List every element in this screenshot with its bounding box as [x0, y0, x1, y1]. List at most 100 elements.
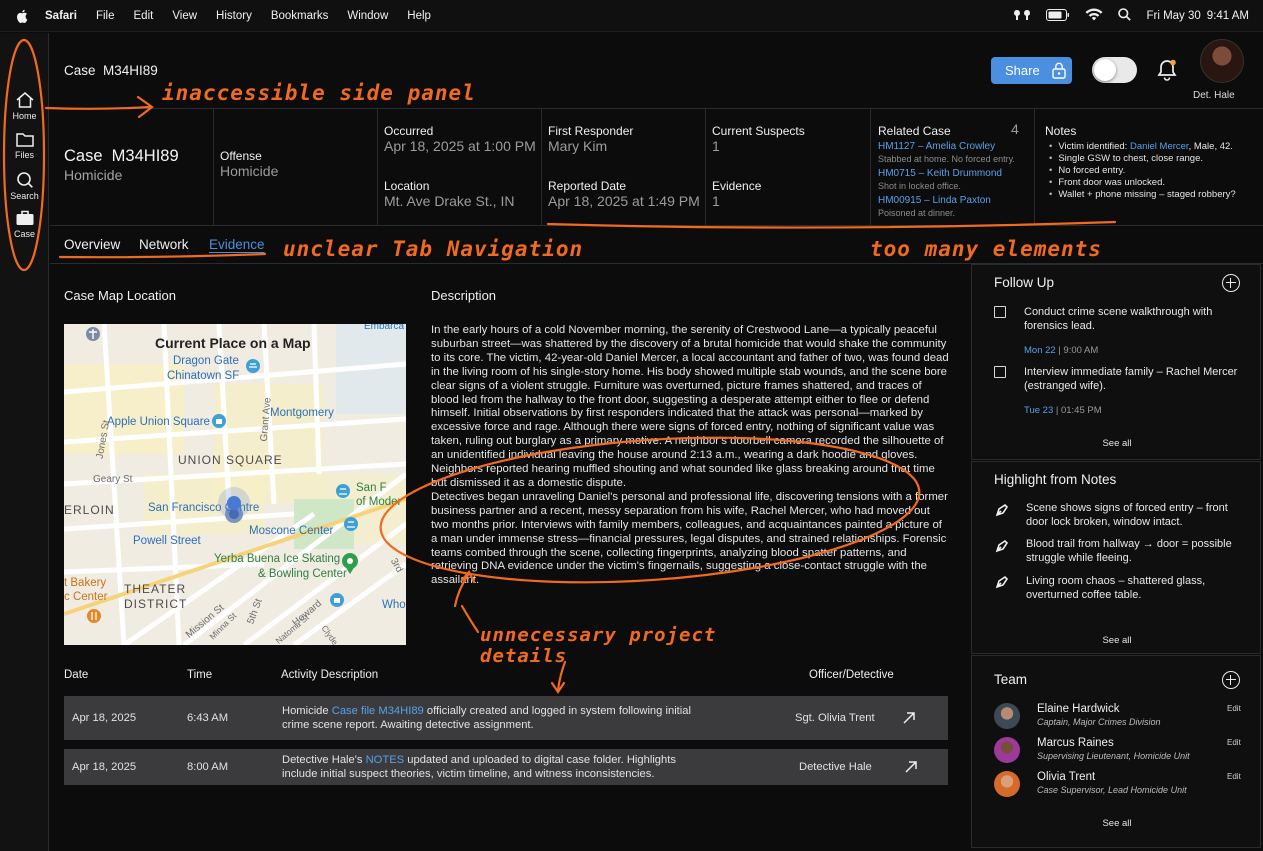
occurred-label: Occurred: [384, 124, 434, 138]
notes-item: Front door was unlocked.: [1049, 177, 1259, 189]
team-title: Team: [994, 672, 1028, 687]
responder-cell: First Responder Mary Kim Reported Date A…: [542, 109, 706, 226]
clock-date[interactable]: Fri May 30: [1146, 10, 1200, 22]
briefcase-icon: [16, 210, 33, 225]
menu-history[interactable]: History: [216, 10, 252, 22]
row-description: Homicide Case file M34HI89 officially cr…: [282, 705, 712, 732]
spotlight-search-icon[interactable]: [1118, 8, 1132, 24]
map-pins: [86, 327, 358, 623]
case-map[interactable]: Current Place on a Map Dragon Gate China…: [64, 324, 406, 645]
first-responder-label: First Responder: [548, 124, 634, 138]
menu-app-name[interactable]: Safari: [45, 10, 77, 22]
add-member-plus-icon[interactable]: [1222, 671, 1240, 689]
col-header-officer: Officer/Detective: [809, 669, 894, 681]
row-description: Detective Hale's NOTES updated and uploa…: [282, 754, 682, 781]
row-time: 8:00 AM: [187, 761, 229, 773]
case-file-link[interactable]: Case file M34HI89: [332, 705, 424, 717]
avatar[interactable]: [994, 737, 1020, 763]
see-all-link[interactable]: See all: [972, 438, 1262, 449]
victim-link[interactable]: Daniel Mercer: [1130, 141, 1189, 152]
avatar[interactable]: [994, 703, 1020, 729]
menu-view[interactable]: View: [172, 10, 197, 22]
offense-cell: Offense Homicide: [214, 109, 378, 226]
pen-nib-icon: [995, 539, 1009, 553]
rail-case[interactable]: Case: [0, 209, 49, 239]
annotation-side-panel: inaccessible side panel: [162, 81, 476, 105]
notes-label: Notes: [1045, 124, 1077, 138]
highlights-panel: Highlight from Notes Scene shows signs o…: [971, 461, 1261, 654]
notes-item: Wallet + phone missing – staged robbery?: [1049, 189, 1259, 201]
team-panel: Team Elaine Hardwick Captain, Major Crim…: [971, 655, 1261, 848]
case-id-cell: Case M34HI89 Homicide: [50, 109, 214, 226]
add-follow-up-plus-icon[interactable]: [1222, 274, 1240, 292]
notes-link[interactable]: NOTES: [366, 754, 405, 766]
theme-toggle[interactable]: [1092, 57, 1137, 83]
related-case-desc: Stabbed at home. No forced entry.: [878, 154, 1015, 164]
evidence-label: Evidence: [712, 179, 762, 193]
edit-member-link[interactable]: Edit: [1227, 772, 1241, 781]
notes-item: Single GSW to chest, close range.: [1049, 153, 1259, 165]
edit-member-link[interactable]: Edit: [1227, 704, 1241, 713]
related-case-link[interactable]: HM0715 – Keith Drummond: [878, 168, 1002, 179]
highlight-item: Scene shows signs of forced entry – fron…: [1026, 502, 1228, 528]
annotation-details: unnecessary project: [480, 624, 717, 646]
follow-up-panel: Follow Up Conduct crime scene walkthroug…: [971, 264, 1261, 460]
table-row[interactable]: Apr 18, 2025 8:00 AM Detective Hale's NO…: [64, 749, 948, 785]
rail-search[interactable]: Search: [0, 171, 49, 201]
restaurant-pin-icon: [87, 609, 101, 623]
notes-list: Victim identified: Daniel Mercer, Male, …: [1049, 141, 1259, 201]
clock-time[interactable]: 9:41 AM: [1207, 10, 1249, 22]
menu-help[interactable]: Help: [407, 10, 431, 22]
church-pin-icon: [86, 327, 100, 341]
related-case-label: Related Case: [878, 124, 951, 138]
related-case-link[interactable]: HM1127 – Amelia Crowley: [878, 141, 995, 152]
notes-victim-suffix: , Male, 42.: [1188, 141, 1233, 152]
tab-overview[interactable]: Overview: [64, 237, 120, 252]
related-case-link[interactable]: HM00915 – Linda Paxton: [878, 195, 991, 206]
folder-icon: [15, 133, 34, 147]
rail-files[interactable]: Files: [0, 131, 49, 160]
related-case-desc: Shot in locked office.: [878, 181, 961, 191]
open-arrow-icon[interactable]: [902, 711, 916, 725]
row-officer: Detective Hale: [799, 761, 872, 773]
rail-home-label: Home: [12, 111, 37, 121]
row-officer: Sgt. Olivia Trent: [795, 712, 875, 724]
share-button[interactable]: Share: [991, 57, 1072, 84]
menu-bookmarks[interactable]: Bookmarks: [271, 10, 329, 22]
menu-edit[interactable]: Edit: [134, 10, 154, 22]
follow-up-text: Conduct crime scene walkthrough with for…: [1024, 306, 1213, 332]
see-all-link[interactable]: See all: [972, 635, 1262, 646]
highlights-title: Highlight from Notes: [994, 472, 1117, 487]
see-all-link[interactable]: See all: [972, 818, 1262, 829]
notes-cell: Notes Victim identified: Daniel Mercer, …: [1035, 109, 1263, 226]
open-arrow-icon[interactable]: [904, 760, 918, 774]
edit-member-link[interactable]: Edit: [1227, 738, 1241, 747]
description-title: Description: [431, 288, 497, 303]
notes-item: No forced entry.: [1049, 165, 1259, 177]
airpods-icon[interactable]: [1013, 9, 1031, 24]
col-header-date: Date: [64, 669, 89, 681]
tab-evidence[interactable]: Evidence: [209, 237, 265, 252]
map-section-title: Case Map Location: [64, 288, 177, 303]
tab-network[interactable]: Network: [139, 237, 189, 252]
row-time: 6:43 AM: [187, 712, 229, 724]
follow-up-checkbox[interactable]: [994, 366, 1006, 378]
menu-window[interactable]: Window: [347, 10, 388, 22]
avatar[interactable]: [994, 771, 1020, 797]
museum-pin-icon: [336, 484, 350, 498]
apple-icon[interactable]: [16, 9, 28, 23]
related-case-desc: Poisoned at dinner.: [878, 208, 956, 218]
follow-up-text: Interview immediate family – Rachel Merc…: [1024, 366, 1238, 392]
shopping-pin-icon: [212, 414, 226, 428]
rail-home[interactable]: Home: [0, 91, 49, 121]
description-paragraph: In the early hours of a cold November mo…: [431, 324, 949, 489]
notifications-bell-icon[interactable]: [1156, 58, 1178, 85]
user-avatar[interactable]: [1200, 39, 1244, 83]
menu-file[interactable]: File: [96, 10, 115, 22]
wifi-icon[interactable]: [1085, 8, 1103, 24]
highlight-item: Living room chaos – shattered glass, ove…: [1026, 575, 1206, 601]
col-header-description: Activity Description: [281, 669, 379, 681]
battery-icon[interactable]: [1046, 8, 1070, 24]
follow-up-checkbox[interactable]: [994, 306, 1006, 318]
table-row[interactable]: Apr 18, 2025 6:43 AM Homicide Case file …: [64, 696, 948, 740]
